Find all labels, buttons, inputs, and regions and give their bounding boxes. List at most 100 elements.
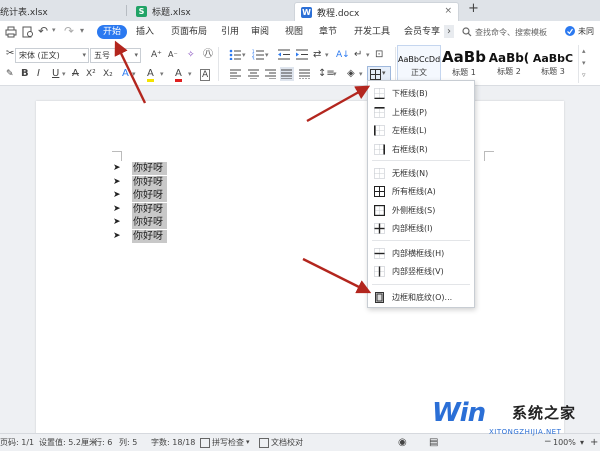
chevron-down-icon[interactable]: ▾ <box>366 48 370 62</box>
eye-protection-icon[interactable]: ◉ <box>398 434 407 451</box>
menu-review[interactable]: 审阅 <box>251 21 269 43</box>
border-menu-item[interactable]: 左框线(L) <box>368 121 474 139</box>
justify-button-active[interactable] <box>280 67 294 81</box>
sort-icon[interactable]: A↓ <box>336 48 350 62</box>
bullet-list-icon[interactable] <box>229 49 241 60</box>
zoom-level[interactable]: 100% <box>553 434 576 451</box>
list-item[interactable]: ➤ 你好呀 <box>113 189 233 203</box>
superscript-button[interactable]: X² <box>86 67 96 81</box>
font-size-select[interactable]: 五号 ▾ <box>90 48 141 63</box>
status-page[interactable]: 页码: 1/1 <box>0 434 34 451</box>
menu-insert[interactable]: 插入 <box>136 21 154 43</box>
border-menu-item[interactable]: 内部竖框线(V) <box>368 262 474 280</box>
pinyin-icon[interactable]: ㊇ <box>203 48 213 62</box>
shrink-font-button[interactable]: A⁻ <box>168 48 178 62</box>
menu-more-button[interactable]: › <box>444 25 454 38</box>
chevron-down-icon[interactable]: ▾ <box>62 67 66 81</box>
menu-start[interactable]: 开始 <box>97 25 127 39</box>
font-name-select[interactable]: 宋体 (正文) ▾ <box>15 48 89 63</box>
menu-developer[interactable]: 开发工具 <box>354 21 390 43</box>
border-menu-item[interactable]: 右框线(R) <box>368 140 474 158</box>
numbered-list-icon[interactable]: 123 <box>252 49 264 60</box>
undo-dropdown-icon[interactable]: ▾ <box>52 26 56 34</box>
style-heading-1[interactable]: AaBb 标题 1 <box>442 45 486 83</box>
increase-indent-icon[interactable] <box>296 49 308 60</box>
chevron-down-icon[interactable]: ▾ <box>580 434 584 451</box>
border-menu-item[interactable]: 内部框线(I) <box>368 219 474 237</box>
char-border-button[interactable]: A <box>200 69 211 81</box>
menu-divider <box>372 240 470 241</box>
print-icon[interactable] <box>5 26 17 38</box>
file-tab-docx[interactable]: W 教程.docx × <box>294 2 459 21</box>
chinese-layout-icon[interactable]: ⇄ <box>313 48 321 62</box>
style-normal[interactable]: AaBbCcDd 正文 <box>397 45 441 85</box>
list-item[interactable]: ➤ 你好呀 <box>113 230 233 243</box>
chevron-down-icon[interactable]: ▾ <box>325 48 329 62</box>
list-item[interactable]: ➤ 你好呀 <box>113 216 233 230</box>
style-heading-3[interactable]: AaBbC 标题 3 <box>531 45 575 83</box>
file-tab-xlsx-1[interactable]: 统计表.xlsx <box>0 2 122 21</box>
distributed-align-icon[interactable] <box>299 69 310 79</box>
style-gallery-scroll[interactable]: ▴ ▾ ▿ <box>578 45 591 83</box>
share-button[interactable]: 未同 <box>564 25 594 37</box>
border-menu-item[interactable]: 所有框线(A) <box>368 182 474 200</box>
border-menu-item[interactable]: 内部横框线(H) <box>368 244 474 262</box>
shading-icon[interactable]: ◈ <box>347 67 355 81</box>
strikethrough-button[interactable]: A <box>72 67 79 81</box>
list-item[interactable]: ➤ 你好呀 <box>113 175 233 189</box>
border-menu-item[interactable]: 边框和底纹(O)... <box>368 288 474 306</box>
clear-format-icon[interactable]: ✧ <box>187 48 195 62</box>
document-page[interactable]: ➤ 你好呀 ➤ 你好呀 ➤ 你好呀 ➤ 你好呀 ➤ 你好呀 ➤ 你好呀 <box>36 101 564 436</box>
chevron-down-icon[interactable]: ▾ <box>333 67 337 81</box>
chevron-down-icon[interactable]: ▾ <box>265 48 269 62</box>
table-icon[interactable]: ⊡ <box>375 48 383 62</box>
italic-button[interactable]: I <box>37 67 40 81</box>
show-marks-icon[interactable]: ↵ <box>354 48 362 62</box>
font-color-button[interactable]: A <box>175 67 182 82</box>
highlight-button[interactable]: A <box>147 67 154 82</box>
zoom-out-icon[interactable]: − <box>544 434 552 451</box>
grow-font-button[interactable]: A⁺ <box>151 48 162 62</box>
border-menu-item[interactable]: 上框线(P) <box>368 103 474 121</box>
chevron-down-icon[interactable]: ▾ <box>188 67 192 81</box>
bold-button[interactable]: B <box>21 67 29 81</box>
menu-page-layout[interactable]: 页面布局 <box>171 21 207 43</box>
format-painter-icon[interactable]: ✎ <box>6 67 14 81</box>
align-center-icon[interactable] <box>248 69 259 79</box>
underline-button[interactable]: U <box>52 67 59 81</box>
new-tab-button[interactable]: + <box>468 1 479 16</box>
spell-check-toggle[interactable]: 拼写检查 ▾ <box>200 434 250 451</box>
file-tab-xlsx-2[interactable]: S 标题.xlsx <box>130 2 290 21</box>
text-effect-icon[interactable]: A <box>122 67 129 81</box>
menu-chapter[interactable]: 章节 <box>319 21 337 43</box>
menu-view[interactable]: 视图 <box>285 21 303 43</box>
page-view-icon[interactable]: ▤ <box>429 434 438 451</box>
status-setting[interactable]: 设置值: 5.2厘米 <box>39 434 97 451</box>
doc-check-button[interactable]: 文档校对 <box>259 434 303 451</box>
border-menu-item[interactable]: 下框线(B) <box>368 84 474 102</box>
chevron-down-icon[interactable]: ▾ <box>160 67 164 81</box>
list-item[interactable]: ➤ 你好呀 <box>113 202 233 216</box>
list-item[interactable]: ➤ 你好呀 <box>113 162 233 175</box>
menu-references[interactable]: 引用 <box>221 21 239 43</box>
zoom-in-icon[interactable]: + <box>590 434 598 451</box>
undo-icon[interactable]: ↶ <box>38 24 48 38</box>
quick-access-dropdown-icon[interactable]: ▾ <box>80 26 84 35</box>
status-words[interactable]: 字数: 18/18 <box>151 434 195 451</box>
subscript-button[interactable]: X₂ <box>103 67 113 81</box>
close-tab-icon[interactable]: × <box>444 6 452 16</box>
align-right-icon[interactable] <box>265 69 276 79</box>
command-search[interactable]: 查找命令、搜索模板 <box>462 24 548 40</box>
style-heading-2[interactable]: AaBb( 标题 2 <box>487 45 531 83</box>
chevron-down-icon[interactable]: ▾ <box>132 67 136 81</box>
align-left-icon[interactable] <box>230 69 241 79</box>
chevron-down-icon[interactable]: ▾ <box>242 48 246 62</box>
paste-icon[interactable]: ✂ <box>6 47 14 61</box>
print-preview-icon[interactable] <box>22 26 34 38</box>
chevron-down-icon[interactable]: ▾ <box>359 67 363 81</box>
redo-icon[interactable]: ↷ <box>64 24 74 38</box>
menu-member[interactable]: 会员专享 <box>404 21 440 43</box>
decrease-indent-icon[interactable] <box>278 49 290 60</box>
border-menu-item[interactable]: 无框线(N) <box>368 164 474 182</box>
border-menu-item[interactable]: 外侧框线(S) <box>368 201 474 219</box>
